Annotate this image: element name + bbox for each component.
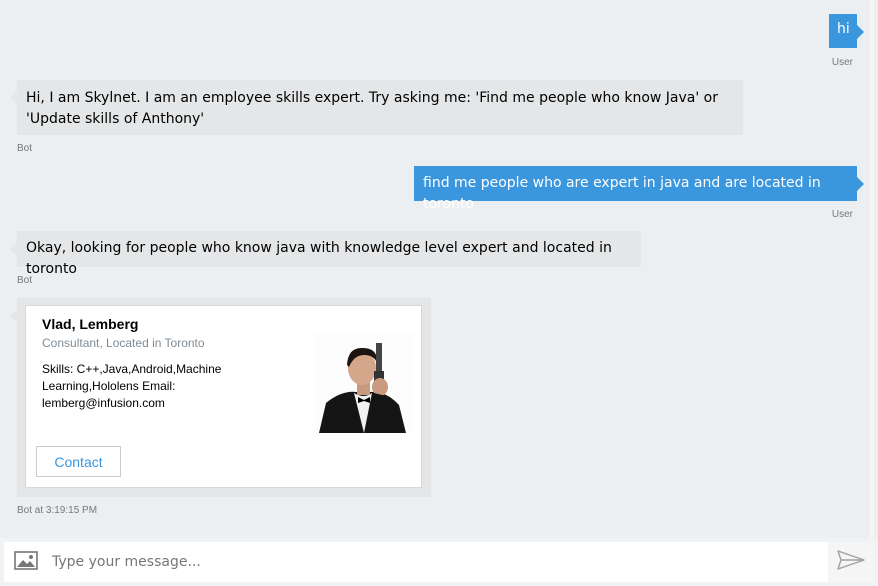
message-text: hi xyxy=(837,21,850,37)
message-text: Hi, I am Skylnet. I am an employee skill… xyxy=(26,90,718,127)
message-input[interactable] xyxy=(50,542,827,582)
send-icon xyxy=(837,550,865,574)
user-message: find me people who are expert in java an… xyxy=(414,166,864,212)
contact-button[interactable]: Contact xyxy=(36,446,121,477)
chat-history: hi User Hi, I am Skylnet. I am an employ… xyxy=(0,0,874,538)
hero-card: Vlad, Lemberg Consultant, Located in Tor… xyxy=(25,305,422,488)
message-timestamp: Bot at 3:19:15 PM xyxy=(17,505,98,516)
chat-input-bar xyxy=(0,538,878,586)
send-button[interactable] xyxy=(828,542,874,582)
image-upload-icon xyxy=(14,550,38,574)
bot-message: Hi, I am Skylnet. I am an employee skill… xyxy=(10,80,743,135)
input-container xyxy=(4,542,874,582)
message-sender: Bot xyxy=(17,143,33,154)
message-sender: User xyxy=(831,209,853,220)
bot-card-message: Vlad, Lemberg Consultant, Located in Tor… xyxy=(10,298,431,497)
bot-message: Okay, looking for people who know java w… xyxy=(10,231,641,277)
card-text: Skills: C++,Java,Android,Machine Learnin… xyxy=(42,362,222,410)
profile-photo xyxy=(314,333,414,433)
upload-button[interactable] xyxy=(4,542,48,582)
message-sender: User xyxy=(831,57,853,68)
card-title: Vlad, Lemberg xyxy=(42,316,139,332)
card-subtitle: Consultant, Located in Toronto xyxy=(42,336,205,350)
user-message: hi xyxy=(829,14,864,48)
message-sender: Bot xyxy=(17,275,33,286)
scrollbar[interactable] xyxy=(870,0,874,538)
message-text: Okay, looking for people who know java w… xyxy=(26,240,612,277)
message-text: find me people who are expert in java an… xyxy=(423,175,821,212)
